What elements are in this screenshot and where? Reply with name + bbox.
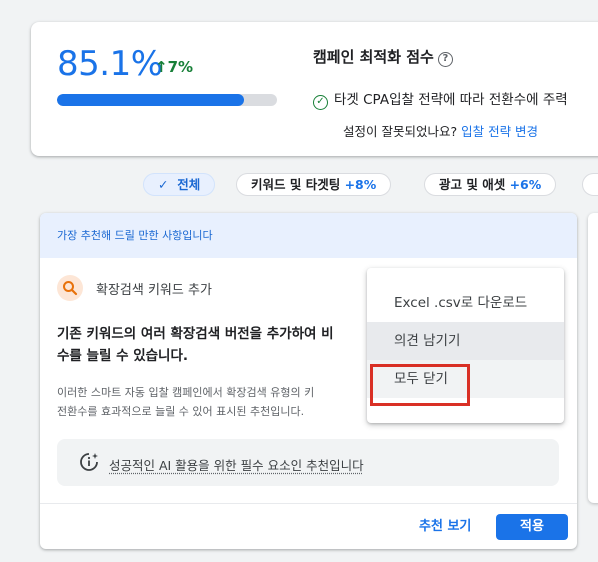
recommendation-title: 확장검색 키워드 추가	[96, 283, 212, 298]
filter-chip-uplift: +6%	[509, 177, 542, 192]
menu-item-download-csv[interactable]: Excel .csv로 다운로드	[367, 284, 564, 322]
filter-chip-keywords[interactable]: 키워드 및 타겟팅 +8%	[236, 173, 392, 196]
highlight-annotation	[370, 364, 470, 406]
ai-essential-note: 성공적인 AI 활용을 위한 필수 요소인 추천입니다	[57, 439, 559, 486]
score-delta: ↑7%	[155, 58, 194, 76]
optimization-score-card: 85.1% ↑7% 캠페인 최적화 점수? ✓ 타겟 CPA입찰 전략에 따라 전…	[31, 22, 598, 156]
bid-strategy-line: ✓ 타겟 CPA입찰 전략에 따라 전환수에 주력	[313, 88, 568, 110]
ai-spark-icon	[80, 453, 98, 471]
filter-chip-all[interactable]: ✓ 전체	[143, 173, 216, 196]
score-progress-bar	[57, 94, 277, 106]
filter-chip-uplift: +8%	[344, 177, 377, 192]
filter-chip-label: 광고 및 애셋	[439, 177, 506, 192]
filter-chip-ads[interactable]: 광고 및 애셋 +6%	[424, 173, 557, 196]
check-circle-icon: ✓	[313, 95, 328, 110]
apply-button[interactable]: 적용	[496, 514, 568, 540]
filter-chip-label: 전체	[177, 177, 201, 192]
help-icon[interactable]: ?	[437, 52, 453, 67]
next-recommendation-card	[588, 213, 598, 503]
change-bid-strategy-link[interactable]: 입찰 전략 변경	[461, 124, 538, 139]
bid-strategy-name: 타겟 CPA입찰 전략	[334, 92, 444, 108]
filter-chip-more[interactable]	[582, 173, 598, 196]
search-icon	[57, 275, 83, 301]
score-progress-fill	[57, 94, 245, 106]
score-title: 캠페인 최적화 점수?	[313, 46, 453, 67]
ai-note-link[interactable]: 성공적인 AI 활용을 위한 필수 요소인 추천입니다	[109, 455, 364, 474]
filter-chip-label: 키워드 및 타겟팅	[251, 177, 341, 192]
view-recommendation-button[interactable]: 추천 보기	[410, 513, 480, 541]
top-recommendation-banner: 가장 추천해 드릴 만한 사항입니다	[40, 213, 577, 258]
settings-line: 설정이 잘못되었나요? 입찰 전략 변경	[343, 121, 538, 140]
checkmark-icon: ✓	[158, 177, 169, 192]
bid-strategy-suffix: 에 따라 전환수에 주력	[443, 92, 568, 108]
card-footer-divider	[40, 503, 577, 504]
score-title-text: 캠페인 최적화 점수	[313, 48, 434, 66]
menu-item-leave-feedback[interactable]: 의견 남기기	[367, 322, 564, 360]
score-value: 85.1%	[57, 44, 163, 84]
settings-question: 설정이 잘못되었나요?	[343, 124, 458, 139]
